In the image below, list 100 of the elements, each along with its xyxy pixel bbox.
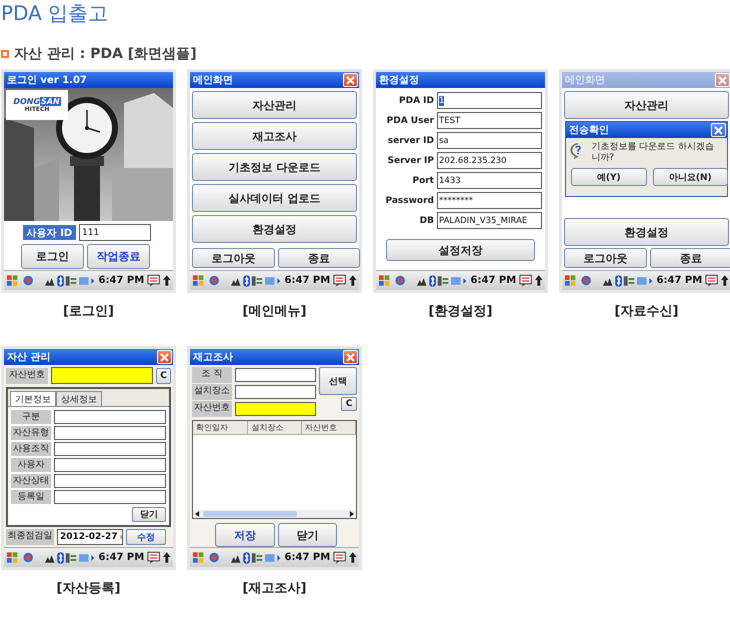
input-field[interactable]	[54, 458, 166, 472]
start-icon[interactable]	[378, 274, 392, 288]
field-label: PDA ID	[398, 96, 434, 106]
start-icon[interactable]	[564, 274, 578, 288]
up-arrow-icon[interactable]	[349, 274, 358, 287]
close-button[interactable]	[157, 350, 172, 364]
keyboard-icon[interactable]	[705, 274, 718, 287]
button[interactable]: 로그인	[21, 244, 84, 269]
start-icon[interactable]	[6, 550, 20, 564]
menu-button[interactable]: 자산관리	[192, 91, 357, 119]
button[interactable]: 로그아웃	[192, 248, 274, 268]
input-field[interactable]	[54, 442, 166, 456]
horizontal-scrollbar[interactable]	[193, 510, 356, 518]
up-arrow-icon[interactable]	[163, 274, 172, 287]
close-icon	[714, 126, 723, 134]
menu-button[interactable]: 자산관리	[564, 91, 729, 119]
status-icons-drawing	[416, 274, 468, 288]
input-field[interactable]: TEST	[437, 112, 542, 129]
field-label: server ID	[386, 136, 434, 146]
start-icon[interactable]	[6, 274, 20, 288]
up-arrow-icon[interactable]	[163, 551, 172, 564]
start-icon[interactable]	[192, 274, 206, 288]
field-label: 구분	[11, 410, 51, 424]
field-label: 자산상태	[11, 474, 51, 488]
button[interactable]: 로그아웃	[564, 248, 646, 268]
input-field[interactable]: sa	[437, 132, 542, 149]
save-button[interactable]: 설정저장	[386, 239, 535, 261]
input-field[interactable]	[235, 402, 316, 416]
input-field[interactable]: ********	[437, 192, 542, 209]
button[interactable]: 아니요(N)	[652, 168, 728, 186]
field-label: 설치장소	[192, 384, 232, 400]
column-header: 확인일자	[193, 421, 248, 434]
field-label: 등록일	[11, 490, 51, 504]
column-header: 자산번호	[302, 421, 356, 434]
button[interactable]: 저장	[215, 523, 274, 547]
keyboard-icon[interactable]	[333, 551, 346, 564]
input-field[interactable]: 1	[437, 92, 542, 109]
tab[interactable]: 상세정보	[56, 391, 102, 406]
button[interactable]: 작업종료	[87, 244, 150, 269]
close-button[interactable]	[715, 73, 730, 87]
close-icon	[346, 352, 355, 362]
field-label: 자산번호	[6, 368, 48, 384]
up-arrow-icon[interactable]	[349, 551, 358, 564]
keyboard-icon[interactable]	[147, 551, 160, 564]
up-arrow-icon[interactable]	[721, 274, 730, 287]
up-arrow-icon[interactable]	[535, 274, 544, 287]
column-header: 설치장소	[248, 421, 302, 434]
close-icon	[346, 76, 355, 84]
close-icon	[160, 352, 169, 362]
edit-button[interactable]: 수정	[126, 529, 166, 545]
input-field[interactable]	[54, 410, 166, 424]
status-icons-drawing	[44, 274, 96, 288]
clock-time: 6:47 PM	[98, 552, 144, 563]
close-button[interactable]: 닫기	[132, 507, 166, 522]
keyboard-icon[interactable]	[147, 274, 160, 287]
input-field[interactable]	[235, 368, 316, 382]
tab[interactable]: 기본정보	[10, 391, 56, 406]
menu-button[interactable]: 재고조사	[192, 122, 357, 150]
input-field[interactable]	[54, 490, 166, 504]
select-button[interactable]: 선택	[319, 367, 357, 395]
screen-caption: [로그인]	[63, 303, 114, 320]
input-field[interactable]: PALADIN_V35_MIRAE	[437, 212, 542, 229]
button[interactable]: 종료	[650, 248, 730, 268]
menu-button[interactable]: 실사데이터 업로드	[192, 184, 357, 212]
clear-button[interactable]: C	[156, 368, 171, 384]
clear-button[interactable]: C	[341, 397, 357, 411]
status-icons-drawing	[230, 274, 282, 288]
close-button[interactable]	[343, 73, 358, 87]
close-button[interactable]	[343, 350, 358, 364]
field-label: Password	[384, 196, 434, 206]
clock-time: 6:47 PM	[656, 275, 702, 286]
window-title: 메인화면	[565, 74, 605, 87]
menu-button[interactable]: 기초정보 다운로드	[192, 153, 357, 181]
input-field[interactable]: 202.68.235.230	[437, 152, 542, 169]
close-button[interactable]	[711, 123, 726, 137]
input-field[interactable]	[54, 426, 166, 440]
field-label: 사용자	[11, 458, 51, 472]
field-label: DB	[418, 216, 434, 226]
status-icons-drawing	[44, 550, 96, 564]
clock-time: 6:47 PM	[284, 552, 330, 563]
window-title: 자산 관리	[7, 351, 50, 364]
keyboard-icon[interactable]	[333, 274, 346, 287]
input-field[interactable]	[54, 474, 166, 488]
input-field[interactable]	[51, 367, 153, 384]
window-title: 재고조사	[193, 351, 233, 364]
button[interactable]: 예(Y)	[571, 168, 646, 186]
start-icon[interactable]	[192, 550, 206, 564]
field-label: 자산번호	[192, 401, 232, 417]
menu-button[interactable]: 환경설정	[564, 218, 729, 246]
close-icon	[718, 76, 727, 84]
field-label: 조 직	[192, 367, 232, 383]
date-field[interactable]: 2012-02-27	[57, 529, 123, 545]
input-field[interactable]: 111	[79, 224, 151, 241]
input-field[interactable]: 1433	[437, 172, 542, 189]
button[interactable]: 닫기	[278, 523, 337, 547]
keyboard-icon[interactable]	[519, 274, 532, 287]
clock-time: 6:47 PM	[284, 275, 330, 286]
menu-button[interactable]: 환경설정	[192, 215, 357, 243]
button[interactable]: 종료	[278, 248, 360, 268]
input-field[interactable]	[235, 385, 316, 399]
